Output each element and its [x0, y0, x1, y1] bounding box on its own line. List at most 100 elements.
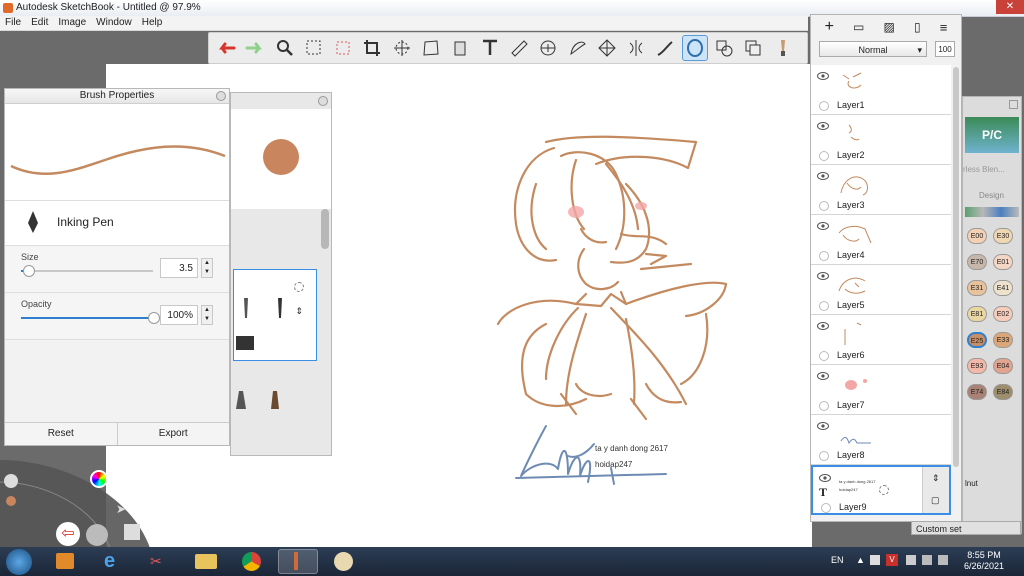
menu-icon[interactable]: ≡	[940, 20, 948, 35]
trash-icon[interactable]: ▯	[914, 20, 921, 34]
color-swatch[interactable]: E74	[967, 384, 987, 400]
reset-button[interactable]: Reset	[5, 423, 118, 445]
palette-close-icon[interactable]	[318, 96, 328, 106]
layer-lock-icon[interactable]	[819, 251, 829, 261]
brush-row-icon[interactable]	[233, 389, 293, 413]
media-player-icon[interactable]	[46, 549, 86, 574]
layer-lock-icon[interactable]	[819, 201, 829, 211]
color-swatch[interactable]: E31	[967, 280, 987, 296]
ellipse-icon[interactable]	[681, 35, 708, 61]
copic-close-icon[interactable]	[1009, 100, 1018, 109]
redo-icon[interactable]	[242, 35, 268, 61]
perspective-icon[interactable]	[594, 35, 620, 61]
color-swatch[interactable]: E33	[993, 332, 1013, 348]
tray-chevron-icon[interactable]: ▲	[856, 555, 865, 565]
size-value[interactable]: 3.5	[160, 258, 198, 278]
layer-settings-icon[interactable]	[879, 485, 889, 495]
eye-icon[interactable]	[817, 221, 829, 233]
stroke-icon[interactable]	[652, 35, 678, 61]
french-curve-icon[interactable]	[565, 35, 591, 61]
layer-lock-icon[interactable]	[819, 401, 829, 411]
color-swatch[interactable]: E84	[993, 384, 1013, 400]
crop-icon[interactable]	[359, 35, 385, 61]
lasso-icon[interactable]	[330, 35, 356, 61]
brush-settings-icon[interactable]	[294, 282, 304, 292]
layer-lock-icon[interactable]	[819, 451, 829, 461]
brush-properties-close-icon[interactable]	[216, 91, 226, 101]
ellipse-guide-icon[interactable]	[535, 35, 561, 61]
color-swatch[interactable]: E02	[993, 306, 1013, 322]
eye-icon[interactable]	[817, 421, 829, 433]
size-stepper[interactable]: ▲ ▼	[201, 258, 213, 278]
layer-item[interactable]: Layer4	[811, 215, 951, 265]
reorder-icon[interactable]: ⇕	[295, 306, 303, 317]
color-strip[interactable]	[965, 207, 1019, 217]
text-icon[interactable]	[477, 35, 503, 61]
layer-item[interactable]: Layer2	[811, 115, 951, 165]
menu-image[interactable]: Image	[53, 16, 91, 30]
layer-item[interactable]: Layer5	[811, 265, 951, 315]
transform-icon[interactable]	[389, 35, 415, 61]
fill-icon[interactable]	[447, 35, 473, 61]
layer-lock-icon[interactable]	[819, 351, 829, 361]
layer-opacity-value[interactable]: 100	[935, 41, 955, 57]
palette-scrollbar[interactable]	[321, 209, 329, 249]
undo-icon[interactable]	[213, 35, 239, 61]
lagoon-redo-icon[interactable]	[86, 524, 108, 546]
brush-set-selected[interactable]: ⇕	[233, 269, 317, 361]
layer-lock-icon[interactable]	[821, 503, 831, 513]
sketchbook-taskbar-icon[interactable]	[278, 549, 318, 574]
reorder-icon[interactable]: ⇕	[932, 473, 940, 484]
layer-item[interactable]: Layer7	[811, 365, 951, 415]
current-color-swatch[interactable]	[263, 139, 299, 175]
tray-v-icon[interactable]: V	[886, 554, 898, 566]
layer-item[interactable]: Layer1	[811, 65, 951, 115]
layer-item[interactable]: Layer6	[811, 315, 951, 365]
lock-icon[interactable]: ▢	[931, 495, 940, 506]
chrome-icon[interactable]	[232, 549, 272, 574]
eye-icon[interactable]	[817, 321, 829, 333]
shapes-icon[interactable]	[711, 35, 737, 61]
custom-set-tab[interactable]: Custom set	[911, 521, 1021, 535]
menu-edit[interactable]: Edit	[26, 16, 53, 30]
add-layer-icon[interactable]: +	[825, 18, 834, 36]
layer-item[interactable]: Layer8	[811, 415, 951, 465]
tray-battery-icon[interactable]	[938, 555, 948, 565]
layer-lock-icon[interactable]	[819, 301, 829, 311]
layer-lock-icon[interactable]	[819, 151, 829, 161]
color-swatch[interactable]: E04	[993, 358, 1013, 374]
opacity-stepper[interactable]: ▲ ▼	[201, 305, 213, 325]
blend-mode-select[interactable]: Normal ▾	[819, 41, 927, 57]
color-swatch[interactable]: E81	[967, 306, 987, 322]
copy-icon[interactable]	[740, 35, 766, 61]
tray-app-icon[interactable]	[870, 555, 880, 565]
eye-icon[interactable]	[817, 71, 829, 83]
size-slider-handle[interactable]	[22, 265, 35, 277]
menu-file[interactable]: File	[0, 16, 26, 30]
color-wheel-icon[interactable]	[90, 470, 108, 488]
lagoon-undo-icon[interactable]: ⇦	[56, 522, 80, 546]
close-window-button[interactable]: ✕	[996, 0, 1024, 14]
distort-icon[interactable]	[418, 35, 444, 61]
image-icon[interactable]: ▨	[884, 20, 895, 34]
file-explorer-icon[interactable]	[186, 549, 226, 574]
color-swatch[interactable]: E41	[993, 280, 1013, 296]
snipping-tool-icon[interactable]: ✂	[140, 549, 180, 574]
language-indicator[interactable]: EN	[831, 555, 844, 565]
ruler-icon[interactable]	[506, 35, 532, 61]
tray-volume-icon[interactable]	[922, 555, 932, 565]
eye-icon[interactable]	[817, 371, 829, 383]
color-swatch[interactable]: E93	[967, 358, 987, 374]
layer-item[interactable]: ta y danh dong 2617 hoidap247 Layer9 T ⇕ ▢	[811, 465, 951, 515]
folder-icon[interactable]: ▭	[853, 20, 864, 34]
color-swatch[interactable]: E25	[967, 332, 987, 348]
color-swatch[interactable]: E00	[967, 228, 987, 244]
layer-item[interactable]: Layer3	[811, 165, 951, 215]
color-swatch[interactable]: E70	[967, 254, 987, 270]
opacity-slider-handle[interactable]	[148, 312, 160, 324]
eye-icon[interactable]	[817, 271, 829, 283]
rect-select-icon[interactable]	[301, 35, 327, 61]
clock[interactable]: 8:55 PM 6/26/2021	[964, 550, 1004, 572]
menu-help[interactable]: Help	[137, 16, 168, 30]
eye-icon[interactable]	[817, 121, 829, 133]
